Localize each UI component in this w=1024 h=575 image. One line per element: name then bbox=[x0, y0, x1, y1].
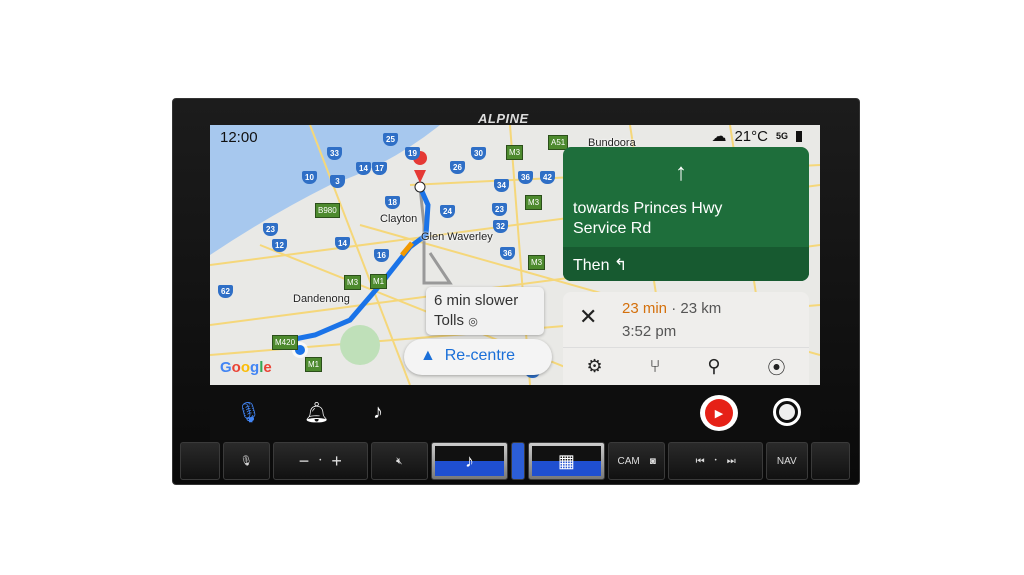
arrival-time: 3:52 pm bbox=[622, 323, 677, 340]
then-label: Then bbox=[573, 257, 610, 274]
route-shield: 18 bbox=[385, 196, 400, 209]
route-shield: 30 bbox=[471, 147, 486, 160]
android-auto-screen: 25 33 19 30 14 17 26 36 42 10 3 34 18 24 23 23 32 12 14 16 3… bbox=[210, 125, 820, 440]
status-bar: ☁ 21°C 5G bbox=[711, 127, 802, 145]
motorway-shield: M3 bbox=[525, 195, 543, 210]
youtube-music-icon[interactable]: ▶ bbox=[700, 395, 738, 431]
right-knob[interactable] bbox=[810, 442, 851, 480]
mute-icon: 🔇︎ bbox=[396, 455, 403, 467]
motorway-shield: M420 bbox=[272, 335, 299, 350]
route-shield: 25 bbox=[383, 133, 398, 146]
next-track-icon[interactable]: ⏭ bbox=[727, 456, 736, 467]
battery-icon bbox=[796, 130, 802, 142]
home-circle-icon[interactable] bbox=[773, 398, 801, 426]
close-icon[interactable]: ✕ bbox=[579, 304, 597, 330]
place-label: Dandenong bbox=[293, 293, 350, 305]
map-view[interactable]: 25 33 19 30 14 17 26 36 42 10 3 34 18 24 23 23 32 12 14 16 3… bbox=[210, 125, 820, 385]
place-label: Glen Waverley bbox=[421, 231, 493, 243]
music-note-icon: ♪ bbox=[434, 446, 505, 476]
google-logo: Google bbox=[220, 359, 272, 376]
motorway-shield: M3 bbox=[528, 255, 546, 270]
cloud-icon: ☁ bbox=[711, 128, 727, 145]
arrow-straight-icon: ↑ bbox=[675, 159, 687, 186]
road-name: towards Princes Hwy Service Rd bbox=[573, 200, 723, 237]
turn-left-icon: ↰ bbox=[613, 257, 628, 274]
camera-icon: ◙ bbox=[649, 455, 656, 467]
music-note-icon[interactable]: ♪ bbox=[373, 401, 383, 424]
recentre-button[interactable]: ▲ Re-centre bbox=[404, 339, 552, 375]
apps-grid-icon: ▦ bbox=[531, 446, 601, 476]
next-maneuver: Then ↰ bbox=[563, 247, 809, 281]
recentre-label: Re-centre bbox=[444, 347, 515, 364]
alternate-tolls: Tolls bbox=[434, 312, 465, 329]
nav-button[interactable]: NAV bbox=[766, 442, 808, 480]
motorway-shield: M1 bbox=[370, 274, 388, 289]
destination-pin-icon bbox=[414, 170, 426, 183]
app-dock: 🎙︎ 🔔︎ ♪ ▶ bbox=[210, 385, 820, 440]
temperature: 21°C bbox=[734, 127, 768, 145]
cam-label: CAM bbox=[617, 455, 640, 467]
route-shield: 34 bbox=[494, 179, 509, 192]
microphone-icon: 🎙︎ bbox=[239, 455, 253, 467]
network-signal-icon: 5G bbox=[775, 131, 788, 141]
apps-button[interactable]: ▦ bbox=[527, 442, 605, 480]
route-shield: 33 bbox=[327, 147, 342, 160]
turn-card[interactable]: ↑ towards Princes Hwy Service Rd Then ↰ bbox=[563, 147, 809, 281]
place-label: Clayton bbox=[380, 213, 418, 225]
volume-down-icon[interactable]: − bbox=[299, 451, 310, 472]
clock: 12:00 bbox=[220, 129, 258, 146]
route-shield: 23 bbox=[492, 203, 507, 216]
audio-button[interactable]: ♪ bbox=[430, 442, 509, 480]
route-line bbox=[272, 184, 431, 346]
settings-icon[interactable]: ⚙ bbox=[586, 356, 602, 377]
trip-panel: ✕ 23 min · 23 km 3:52 pm ⚙ ⑂ ⚲ ⦿ bbox=[563, 292, 809, 385]
voice-button[interactable]: 🎙︎ bbox=[222, 442, 270, 480]
route-shield: 17 bbox=[372, 162, 387, 175]
route-shield: 14 bbox=[335, 237, 350, 250]
route-shield: 36 bbox=[500, 247, 515, 260]
alternate-time: 6 min slower bbox=[434, 292, 519, 309]
route-shield: 62 bbox=[218, 285, 233, 298]
search-icon[interactable]: ⚲ bbox=[707, 356, 720, 377]
route-shield: 42 bbox=[540, 171, 555, 184]
volume-up-icon[interactable]: + bbox=[331, 451, 342, 472]
motorway-shield: M3 bbox=[344, 275, 362, 290]
previous-track-icon[interactable]: ⏮ bbox=[696, 456, 705, 467]
motorway-shield: M1 bbox=[305, 357, 323, 372]
motorway-shield: B980 bbox=[315, 203, 340, 218]
camera-button[interactable]: CAM ◙ bbox=[607, 442, 666, 480]
route-shield: 3 bbox=[330, 175, 345, 188]
notification-bell-icon[interactable]: 🔔︎ bbox=[304, 400, 329, 425]
toll-icon: ◎ bbox=[468, 316, 478, 328]
alternate-route-callout[interactable]: 6 min slower Tolls ◎ bbox=[426, 287, 544, 335]
route-shield: 24 bbox=[440, 205, 455, 218]
route-shield: 32 bbox=[493, 220, 508, 233]
motorway-shield: M3 bbox=[506, 145, 524, 160]
mute-button[interactable]: 🔇︎ bbox=[370, 442, 428, 480]
route-shield: 14 bbox=[356, 162, 371, 175]
alternate-routes-icon[interactable]: ⑂ bbox=[650, 356, 661, 377]
eta-distance: · 23 km bbox=[671, 300, 722, 317]
route-shield: 10 bbox=[302, 171, 317, 184]
route-shield: 16 bbox=[374, 249, 389, 262]
add-stop-pin-icon[interactable]: ⦿ bbox=[767, 354, 785, 380]
volume-rocker[interactable]: − • + bbox=[272, 442, 368, 480]
microphone-icon[interactable]: 🎙︎ bbox=[236, 400, 261, 425]
nav-label: NAV bbox=[776, 455, 797, 467]
navigation-arrow-icon: ▲ bbox=[420, 347, 436, 364]
alpine-logo: ALPINE bbox=[478, 111, 529, 126]
route-shield: 36 bbox=[518, 171, 533, 184]
eta-duration: 23 min bbox=[622, 300, 668, 317]
hardware-buttons: 🎙︎ − • + 🔇︎ ♪ ▦ CAM ◙ ⏮ • ⏭ NAV bbox=[180, 442, 851, 482]
left-knob[interactable] bbox=[180, 442, 220, 480]
route-shield: 19 bbox=[405, 147, 420, 160]
route-shield: 23 bbox=[263, 223, 278, 236]
track-rocker[interactable]: ⏮ • ⏭ bbox=[668, 442, 764, 480]
route-shield: 12 bbox=[272, 239, 287, 252]
indicator-light bbox=[511, 442, 525, 480]
route-shield: 26 bbox=[450, 161, 465, 174]
